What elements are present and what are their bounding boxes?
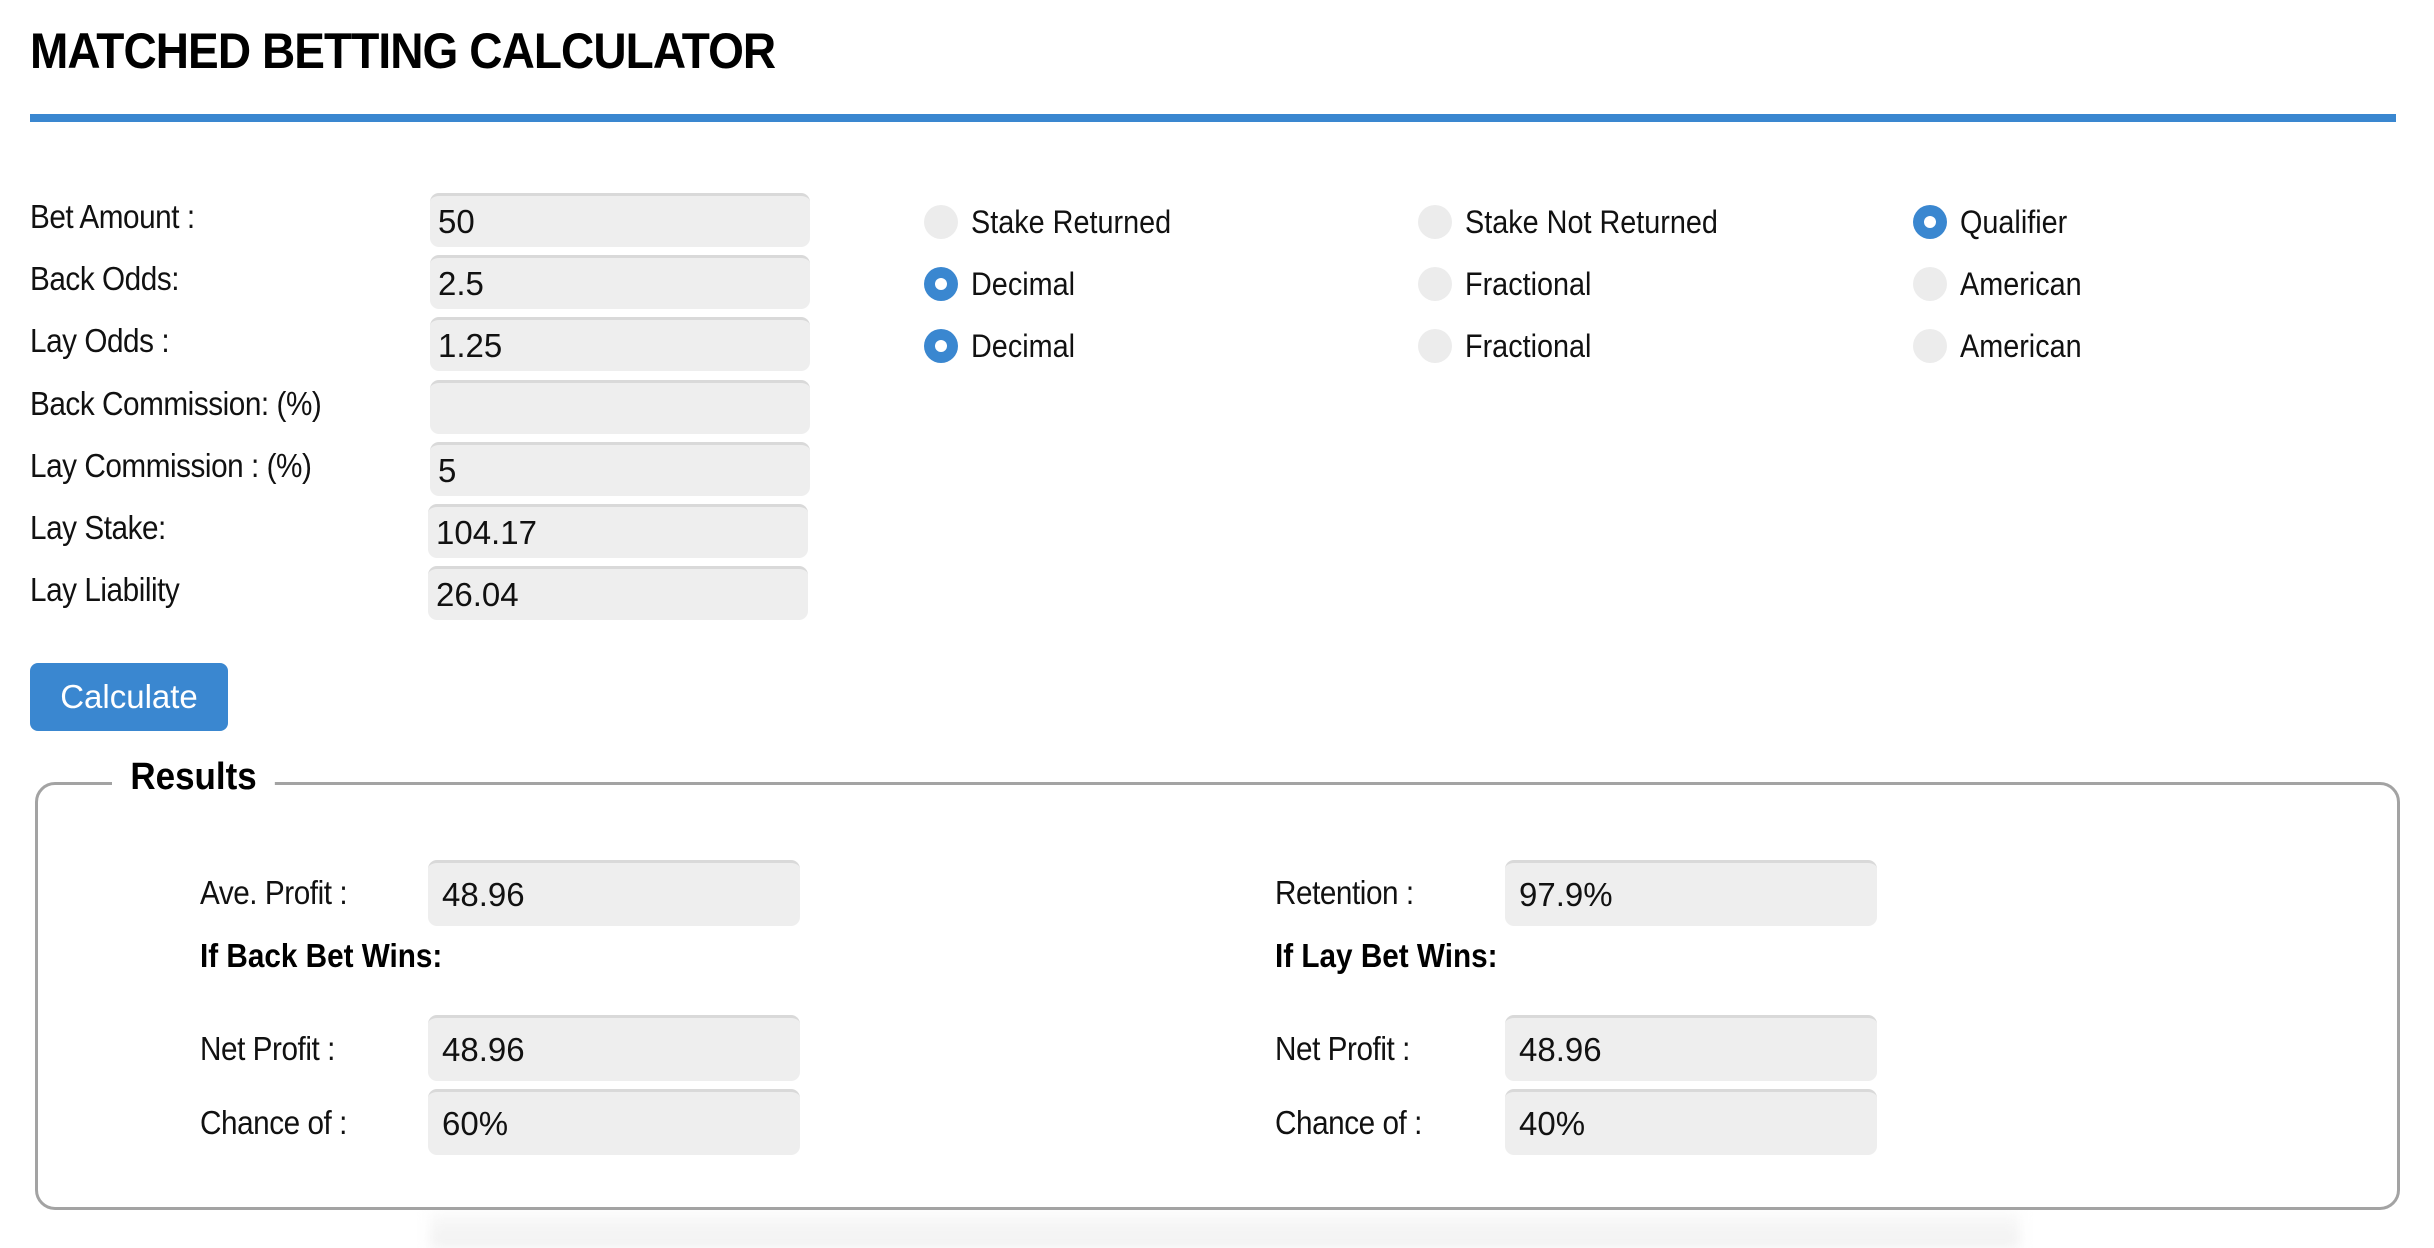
- radio-back-fractional[interactable]: [1418, 267, 1452, 301]
- back-odds-input[interactable]: [430, 255, 810, 309]
- back-net-profit-output: [428, 1015, 800, 1081]
- back-net-profit-label: Net Profit :: [200, 1030, 335, 1067]
- lay-net-profit-output: [1505, 1015, 1877, 1081]
- back-odds-label: Back Odds:: [30, 260, 180, 297]
- retention-label: Retention :: [1275, 874, 1414, 911]
- lay-commission-label: Lay Commission : (%): [30, 447, 312, 484]
- page-title: MATCHED BETTING CALCULATOR: [30, 23, 776, 79]
- lay-stake-input[interactable]: [428, 504, 808, 558]
- radio-label-qualifier[interactable]: Qualifier: [1960, 204, 2067, 241]
- radio-qualifier[interactable]: [1913, 205, 1947, 239]
- back-chance-output: [428, 1089, 800, 1155]
- lay-chance-output: [1505, 1089, 1877, 1155]
- results-legend: Results: [112, 756, 276, 799]
- back-bet-wins-heading: If Back Bet Wins:: [200, 937, 443, 974]
- radio-back-american[interactable]: [1913, 267, 1947, 301]
- lay-odds-input[interactable]: [430, 317, 810, 371]
- calculate-button[interactable]: Calculate: [30, 663, 228, 731]
- radio-lay-decimal[interactable]: [924, 329, 958, 363]
- ave-profit-output: [428, 860, 800, 926]
- bet-amount-label: Bet Amount :: [30, 198, 195, 235]
- lay-liability-input[interactable]: [428, 566, 808, 620]
- results-panel: [35, 782, 2400, 1210]
- radio-label-stake-returned[interactable]: Stake Returned: [971, 204, 1171, 241]
- radio-lay-american[interactable]: [1913, 329, 1947, 363]
- ave-profit-label: Ave. Profit :: [200, 874, 348, 911]
- lay-liability-label: Lay Liability: [30, 571, 180, 608]
- lay-stake-label: Lay Stake:: [30, 509, 166, 546]
- radio-label-lay-american[interactable]: American: [1960, 328, 2082, 365]
- radio-stake-returned[interactable]: [924, 205, 958, 239]
- radio-label-lay-fractional[interactable]: Fractional: [1465, 328, 1591, 365]
- results-shadow: [430, 1212, 2020, 1248]
- back-commission-input[interactable]: [430, 380, 810, 434]
- lay-odds-label: Lay Odds :: [30, 322, 170, 359]
- lay-bet-wins-heading: If Lay Bet Wins:: [1275, 937, 1498, 974]
- lay-chance-label: Chance of :: [1275, 1104, 1422, 1141]
- retention-output: [1505, 860, 1877, 926]
- radio-label-back-fractional[interactable]: Fractional: [1465, 266, 1591, 303]
- back-chance-label: Chance of :: [200, 1104, 347, 1141]
- title-divider: [30, 114, 2396, 122]
- radio-stake-not-returned[interactable]: [1418, 205, 1452, 239]
- radio-back-decimal[interactable]: [924, 267, 958, 301]
- radio-label-back-decimal[interactable]: Decimal: [971, 266, 1075, 303]
- lay-commission-input[interactable]: [430, 442, 810, 496]
- bet-amount-input[interactable]: [430, 193, 810, 247]
- radio-label-lay-decimal[interactable]: Decimal: [971, 328, 1075, 365]
- back-commission-label: Back Commission: (%): [30, 385, 322, 422]
- radio-lay-fractional[interactable]: [1418, 329, 1452, 363]
- radio-label-back-american[interactable]: American: [1960, 266, 2082, 303]
- lay-net-profit-label: Net Profit :: [1275, 1030, 1410, 1067]
- radio-label-stake-not-returned[interactable]: Stake Not Returned: [1465, 204, 1718, 241]
